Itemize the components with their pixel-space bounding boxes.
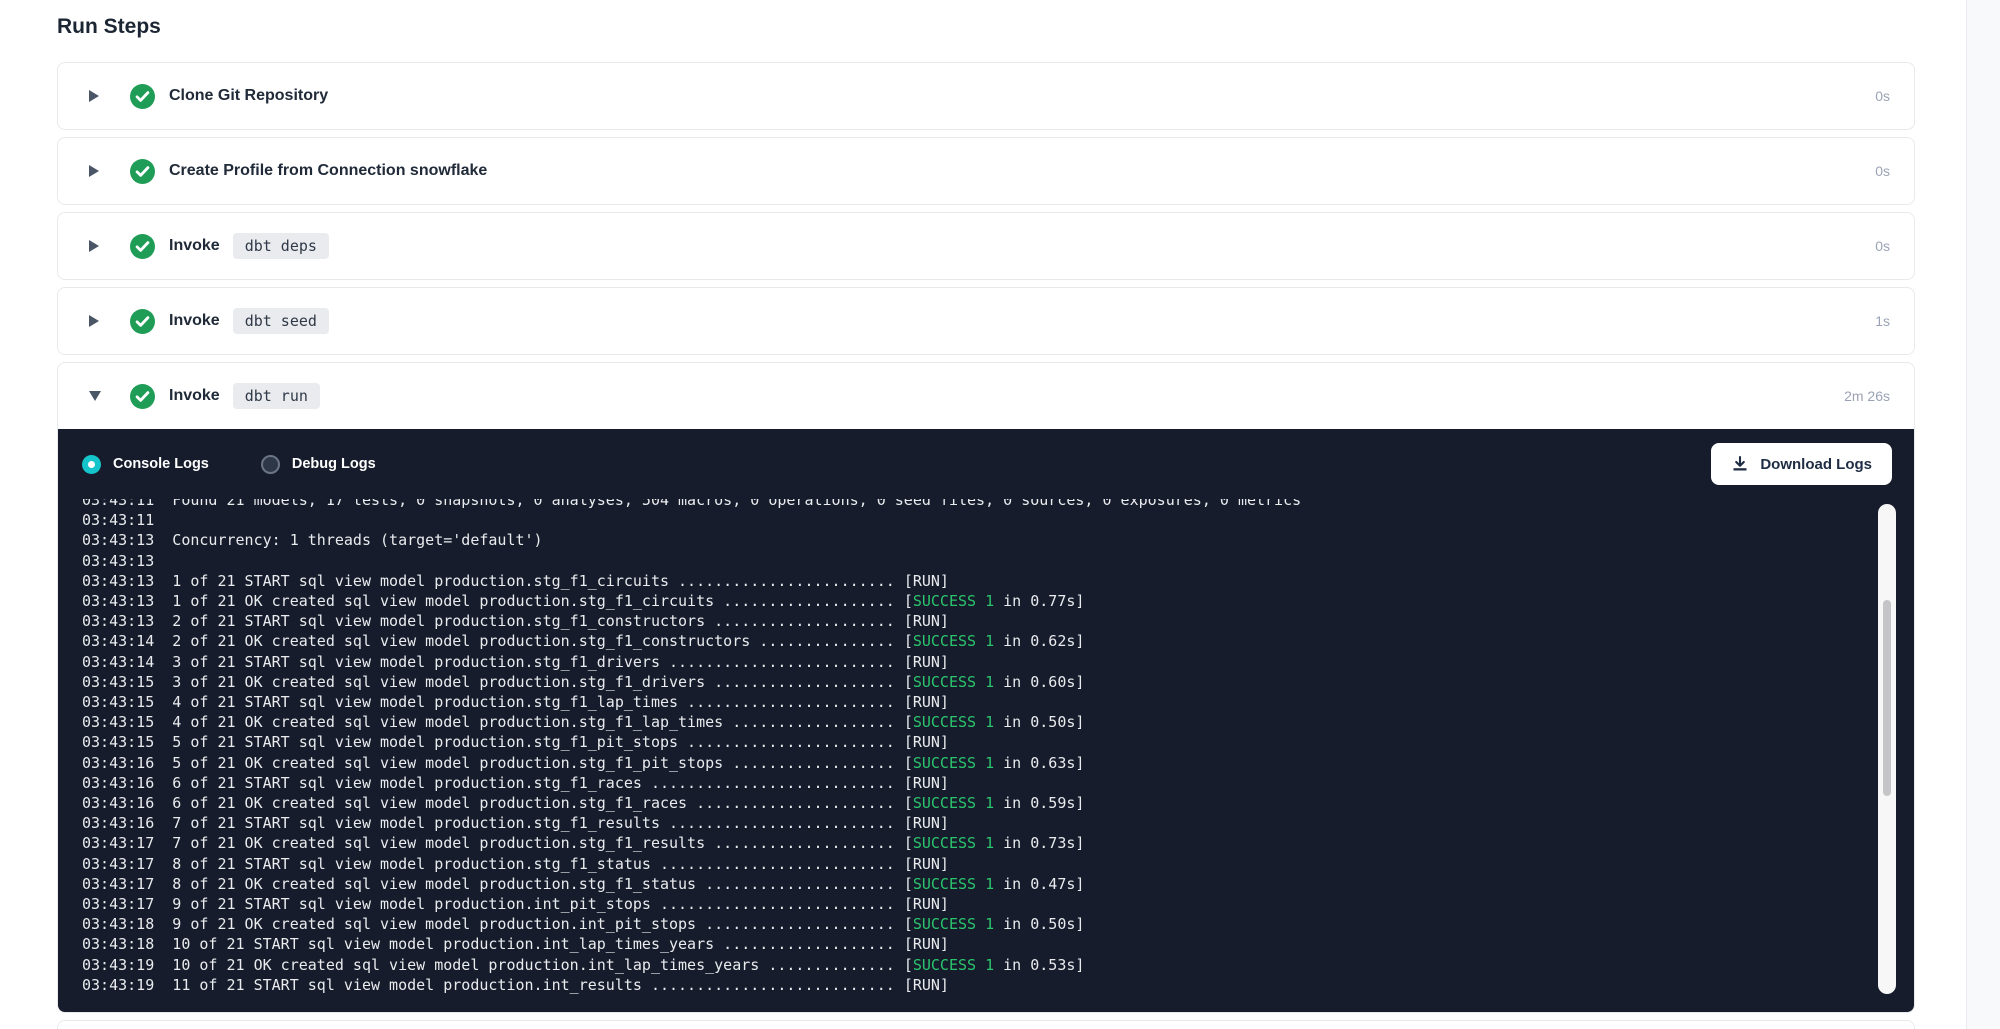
log-line: 03:43:13 2 of 21 START sql view model pr… (82, 611, 1914, 631)
log-line: 03:43:13 1 of 21 OK created sql view mod… (82, 591, 1914, 611)
run-step-row[interactable]: Create Profile from Connection snowflake… (58, 138, 1914, 204)
page-right-gutter (1966, 0, 2000, 1029)
run-steps-list: Clone Git Repository 0s Create Profile f… (57, 62, 1915, 1013)
log-line: 03:43:14 2 of 21 OK created sql view mod… (82, 631, 1914, 651)
log-line: 03:43:15 4 of 21 OK created sql view mod… (82, 712, 1914, 732)
radio-unselected-icon[interactable] (261, 455, 280, 474)
step-name: Clone Git Repository (169, 87, 328, 105)
log-line: 03:43:13 1 of 21 START sql view model pr… (82, 571, 1914, 591)
run-step-card: Invoke dbt seed 1s (57, 287, 1915, 355)
step-name: Invoke (169, 237, 220, 255)
console-logs-label: Console Logs (113, 456, 209, 472)
step-name: Invoke (169, 387, 220, 405)
expand-caret-icon[interactable] (89, 90, 103, 102)
success-check-icon (130, 234, 155, 259)
run-step-card: Invoke dbt deps 0s (57, 212, 1915, 280)
expand-caret-icon[interactable] (89, 165, 103, 177)
log-line: 03:43:11 (82, 510, 1914, 530)
success-check-icon (130, 84, 155, 109)
run-steps-section: Run Steps Clone Git Repository 0s (57, 0, 1915, 1029)
console-log-output: 03:43:11 Found 21 models, 17 tests, 0 sn… (58, 499, 1914, 1012)
step-duration: 0s (1875, 238, 1890, 254)
log-line: 03:43:17 8 of 21 START sql view model pr… (82, 854, 1914, 874)
step-command-pill: dbt deps (233, 233, 329, 259)
console-logs-radio[interactable]: Console Logs (82, 455, 209, 474)
success-check-icon (130, 384, 155, 409)
log-line: 03:43:19 10 of 21 OK created sql view mo… (82, 955, 1914, 975)
log-line: 03:43:13 Concurrency: 1 threads (target=… (82, 530, 1914, 550)
debug-logs-label: Debug Logs (292, 456, 376, 472)
run-step-row[interactable]: Invoke dbt run 2m 26s (58, 363, 1914, 429)
log-line: 03:43:18 9 of 21 OK created sql view mod… (82, 914, 1914, 934)
run-step-card: Invoke dbt run 2m 26s Console Logs Debug… (57, 362, 1915, 1013)
log-scrollbar-thumb[interactable] (1883, 600, 1891, 796)
log-line: 03:43:13 (82, 551, 1914, 571)
log-line: 03:43:17 7 of 21 OK created sql view mod… (82, 833, 1914, 853)
log-line: 03:43:16 6 of 21 START sql view model pr… (82, 773, 1914, 793)
log-line: 03:43:17 9 of 21 START sql view model pr… (82, 894, 1914, 914)
run-step-card: Clone Git Repository 0s (57, 62, 1915, 130)
success-check-icon (130, 309, 155, 334)
expand-caret-icon[interactable] (89, 240, 103, 252)
download-logs-button[interactable]: Download Logs (1711, 443, 1892, 485)
page-title: Run Steps (57, 13, 1915, 41)
step-command-pill: dbt run (233, 383, 320, 409)
log-line: 03:43:17 8 of 21 OK created sql view mod… (82, 874, 1914, 894)
next-step-card-edge (57, 1020, 1915, 1029)
log-line: 03:43:19 11 of 21 START sql view model p… (82, 975, 1914, 995)
debug-logs-radio[interactable]: Debug Logs (261, 455, 376, 474)
log-line: 03:43:15 4 of 21 START sql view model pr… (82, 692, 1914, 712)
download-icon (1731, 455, 1749, 473)
step-name: Invoke (169, 312, 220, 330)
run-step-row[interactable]: Clone Git Repository 0s (58, 63, 1914, 129)
log-scrollbar-track[interactable] (1878, 504, 1896, 994)
log-line: 03:43:18 10 of 21 START sql view model p… (82, 934, 1914, 954)
success-check-icon (130, 159, 155, 184)
download-logs-label: Download Logs (1760, 456, 1872, 473)
radio-selected-icon[interactable] (82, 455, 101, 474)
log-line: 03:43:16 7 of 21 START sql view model pr… (82, 813, 1914, 833)
step-duration: 2m 26s (1844, 388, 1890, 404)
step-name: Create Profile from Connection snowflake (169, 162, 487, 180)
log-line: 03:43:16 6 of 21 OK created sql view mod… (82, 793, 1914, 813)
log-panel-header: Console Logs Debug Logs Download Logs (58, 429, 1914, 499)
log-type-radio-group: Console Logs Debug Logs (82, 455, 376, 474)
step-duration: 0s (1875, 88, 1890, 104)
log-lines: 03:43:11 Found 21 models, 17 tests, 0 sn… (82, 499, 1914, 995)
run-step-row[interactable]: Invoke dbt seed 1s (58, 288, 1914, 354)
step-duration: 1s (1875, 313, 1890, 329)
log-line: 03:43:16 5 of 21 OK created sql view mod… (82, 753, 1914, 773)
log-line: 03:43:15 3 of 21 OK created sql view mod… (82, 672, 1914, 692)
log-line: 03:43:11 Found 21 models, 17 tests, 0 sn… (82, 499, 1914, 510)
expand-caret-icon[interactable] (89, 391, 103, 401)
run-step-card: Create Profile from Connection snowflake… (57, 137, 1915, 205)
log-line: 03:43:14 3 of 21 START sql view model pr… (82, 652, 1914, 672)
step-duration: 0s (1875, 163, 1890, 179)
log-line: 03:43:15 5 of 21 START sql view model pr… (82, 732, 1914, 752)
run-step-row[interactable]: Invoke dbt deps 0s (58, 213, 1914, 279)
expand-caret-icon[interactable] (89, 315, 103, 327)
step-command-pill: dbt seed (233, 308, 329, 334)
log-panel: Console Logs Debug Logs Download Logs 03… (58, 429, 1914, 1012)
